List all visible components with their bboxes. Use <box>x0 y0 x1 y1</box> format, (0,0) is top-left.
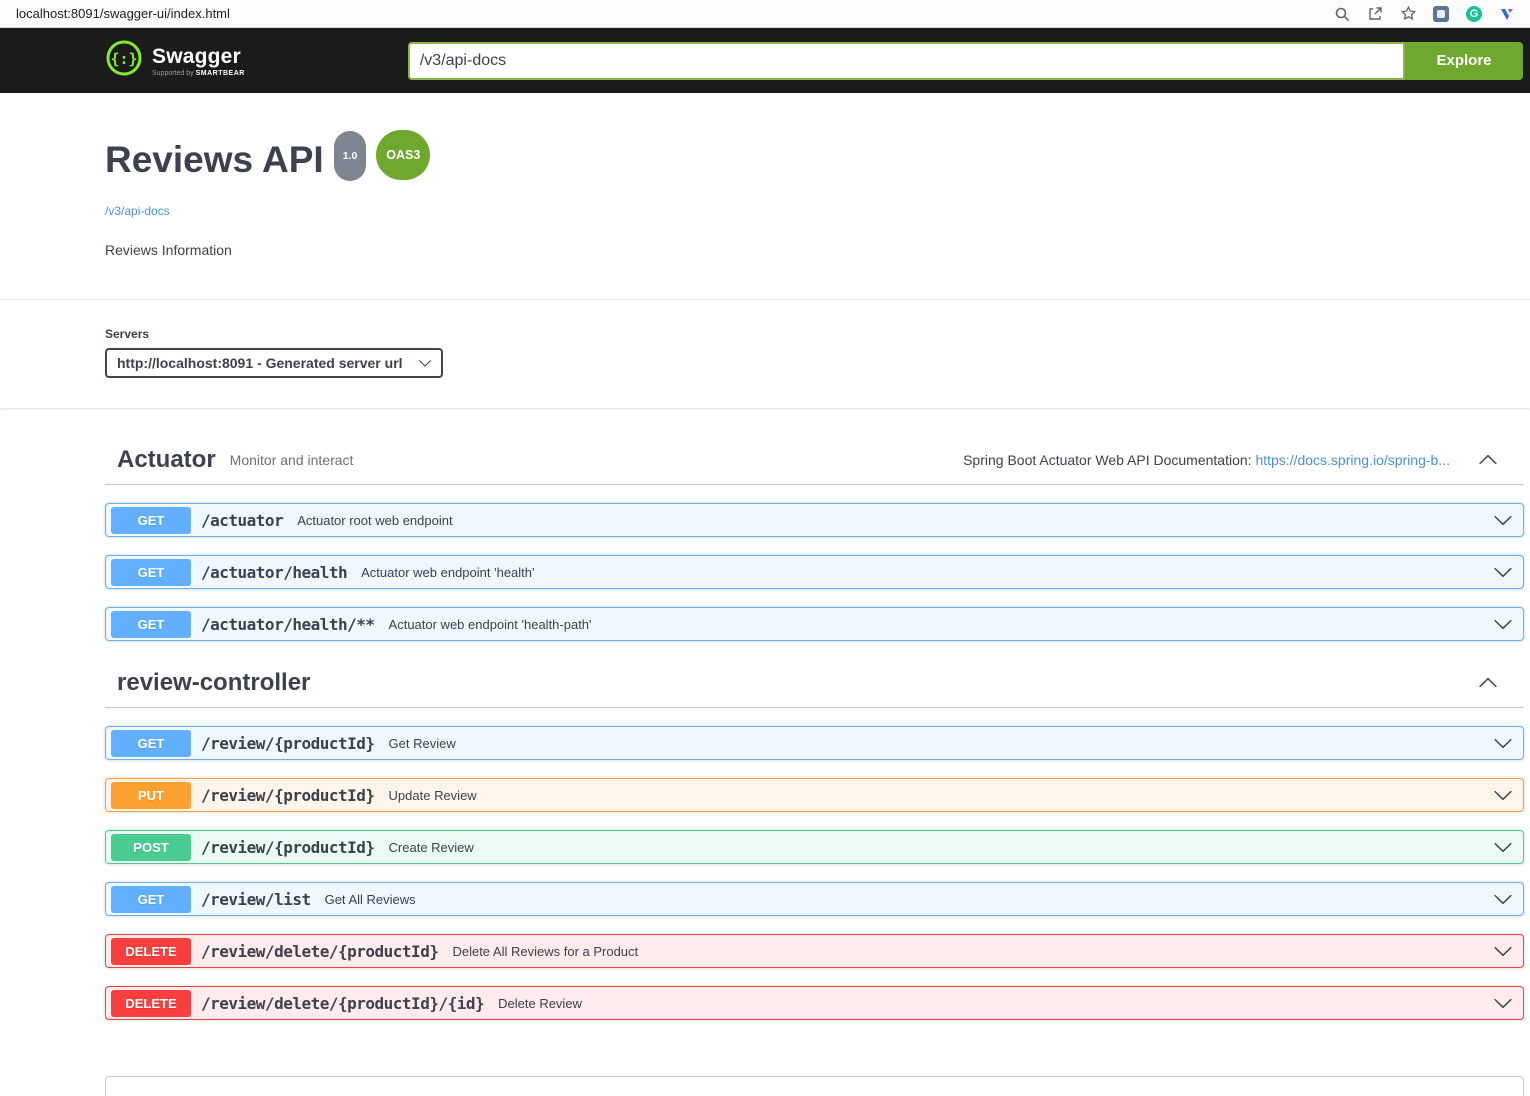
operation-path: /review/{productId} <box>201 838 375 857</box>
method-badge: DELETE <box>111 938 191 965</box>
tag-title: review-controller <box>117 669 310 697</box>
operation-path: /actuator/health/** <box>201 615 375 634</box>
operation-path: /actuator <box>201 511 283 530</box>
opblock-get-actuator-health[interactable]: GET /actuator/health Actuator web endpoi… <box>105 555 1524 589</box>
api-info: Reviews API1.0OAS3 /v3/api-docs Reviews … <box>0 93 1530 300</box>
operation-path: /review/delete/{productId}/{id} <box>201 994 484 1013</box>
method-badge: POST <box>111 834 191 861</box>
expand-chevron-icon[interactable] <box>1493 889 1513 909</box>
operation-path: /review/{productId} <box>201 786 375 805</box>
opblock-delete-reviews[interactable]: DELETE /review/delete/{productId} Delete… <box>105 934 1524 968</box>
operation-path: /review/{productId} <box>201 734 375 753</box>
page-title: Reviews API1.0OAS3 <box>105 138 1530 194</box>
swagger-tagline: Supported by SMARTBEAR <box>152 70 245 77</box>
expand-chevron-icon[interactable] <box>1493 510 1513 530</box>
method-badge: PUT <box>111 782 191 809</box>
spec-url-input[interactable] <box>408 42 1405 80</box>
server-select[interactable]: http://localhost:8091 - Generated server… <box>105 348 443 378</box>
expand-chevron-icon[interactable] <box>1493 993 1513 1013</box>
opblock-get-review[interactable]: GET /review/{productId} Get Review <box>105 726 1524 760</box>
oas3-badge: OAS3 <box>376 130 430 180</box>
method-badge: DELETE <box>111 990 191 1017</box>
explore-button[interactable]: Explore <box>1405 42 1523 80</box>
expand-chevron-icon[interactable] <box>1493 614 1513 634</box>
operation-summary: Delete All Reviews for a Product <box>452 944 638 959</box>
method-badge: GET <box>111 886 191 913</box>
operation-summary: Actuator root web endpoint <box>297 513 452 528</box>
expand-chevron-icon[interactable] <box>1493 562 1513 582</box>
collapse-chevron-icon[interactable] <box>1478 450 1498 470</box>
opblock-post-review[interactable]: POST /review/{productId} Create Review <box>105 830 1524 864</box>
opblock-get-actuator[interactable]: GET /actuator Actuator root web endpoint <box>105 503 1524 537</box>
search-icon[interactable] <box>1333 5 1351 23</box>
swagger-logo-text: Swagger <box>152 45 245 69</box>
svg-text:{:}: {:} <box>110 50 137 68</box>
swagger-topbar: {:} Swagger Supported by SMARTBEAR Explo… <box>0 28 1530 93</box>
grammarly-icon[interactable]: G <box>1465 5 1483 23</box>
chevron-down-icon <box>418 356 432 370</box>
swagger-logo-icon: {:} <box>105 39 143 82</box>
version-badge: 1.0 <box>334 131 367 181</box>
swagger-logo[interactable]: {:} Swagger Supported by SMARTBEAR <box>105 39 245 82</box>
expand-chevron-icon[interactable] <box>1493 733 1513 753</box>
external-docs-label: Spring Boot Actuator Web API Documentati… <box>963 452 1255 468</box>
bookmark-star-icon[interactable] <box>1399 5 1417 23</box>
spec-url-form: Explore <box>408 42 1523 80</box>
tag-description: Monitor and interact <box>230 452 354 468</box>
api-title-text: Reviews API <box>105 139 324 180</box>
browser-address-bar: localhost:8091/swagger-ui/index.html G <box>0 0 1530 28</box>
operation-path: /review/delete/{productId} <box>201 942 438 961</box>
tag-title: Actuator <box>117 446 216 474</box>
servers-section: Servers http://localhost:8091 - Generate… <box>0 300 1530 408</box>
method-badge: GET <box>111 559 191 586</box>
opblock-put-review[interactable]: PUT /review/{productId} Update Review <box>105 778 1524 812</box>
expand-chevron-icon[interactable] <box>1493 785 1513 805</box>
operation-summary: Update Review <box>389 788 477 803</box>
external-docs-link[interactable]: https://docs.spring.io/spring-b... <box>1255 452 1450 468</box>
operation-summary: Actuator web endpoint 'health-path' <box>389 617 592 632</box>
profile-extension-icon[interactable] <box>1498 5 1516 23</box>
operation-path: /review/list <box>201 890 311 909</box>
opblock-get-actuator-health-path[interactable]: GET /actuator/health/** Actuator web end… <box>105 607 1524 641</box>
server-select-value: http://localhost:8091 - Generated server… <box>117 355 403 371</box>
operation-summary: Create Review <box>389 840 474 855</box>
tag-header-actuator[interactable]: Actuator Monitor and interact Spring Boo… <box>105 436 1524 485</box>
opblock-delete-review[interactable]: DELETE /review/delete/{productId}/{id} D… <box>105 986 1524 1020</box>
api-description: Reviews Information <box>105 242 1530 258</box>
operation-summary: Actuator web endpoint 'health' <box>361 565 534 580</box>
operation-summary: Get All Reviews <box>325 892 416 907</box>
opblock-get-review-list[interactable]: GET /review/list Get All Reviews <box>105 882 1524 916</box>
tag-header-review-controller[interactable]: review-controller <box>105 659 1524 708</box>
operation-path: /actuator/health <box>201 563 347 582</box>
schemas-section[interactable]: Schemas <box>105 1076 1524 1096</box>
operation-summary: Get Review <box>389 736 456 751</box>
collapse-chevron-icon[interactable] <box>1478 673 1498 693</box>
method-badge: GET <box>111 730 191 757</box>
servers-label: Servers <box>105 327 1530 341</box>
spec-link[interactable]: /v3/api-docs <box>105 204 170 218</box>
share-icon[interactable] <box>1366 5 1384 23</box>
url-text[interactable]: localhost:8091/swagger-ui/index.html <box>16 6 1333 21</box>
extension-icon[interactable] <box>1432 5 1450 23</box>
expand-chevron-icon[interactable] <box>1493 941 1513 961</box>
method-badge: GET <box>111 611 191 638</box>
expand-chevron-icon[interactable] <box>1493 837 1513 857</box>
method-badge: GET <box>111 507 191 534</box>
operations-wrapper: Actuator Monitor and interact Spring Boo… <box>0 408 1530 1020</box>
operation-summary: Delete Review <box>498 996 582 1011</box>
browser-toolbar-icons: G <box>1333 5 1516 23</box>
external-docs: Spring Boot Actuator Web API Documentati… <box>963 452 1450 468</box>
